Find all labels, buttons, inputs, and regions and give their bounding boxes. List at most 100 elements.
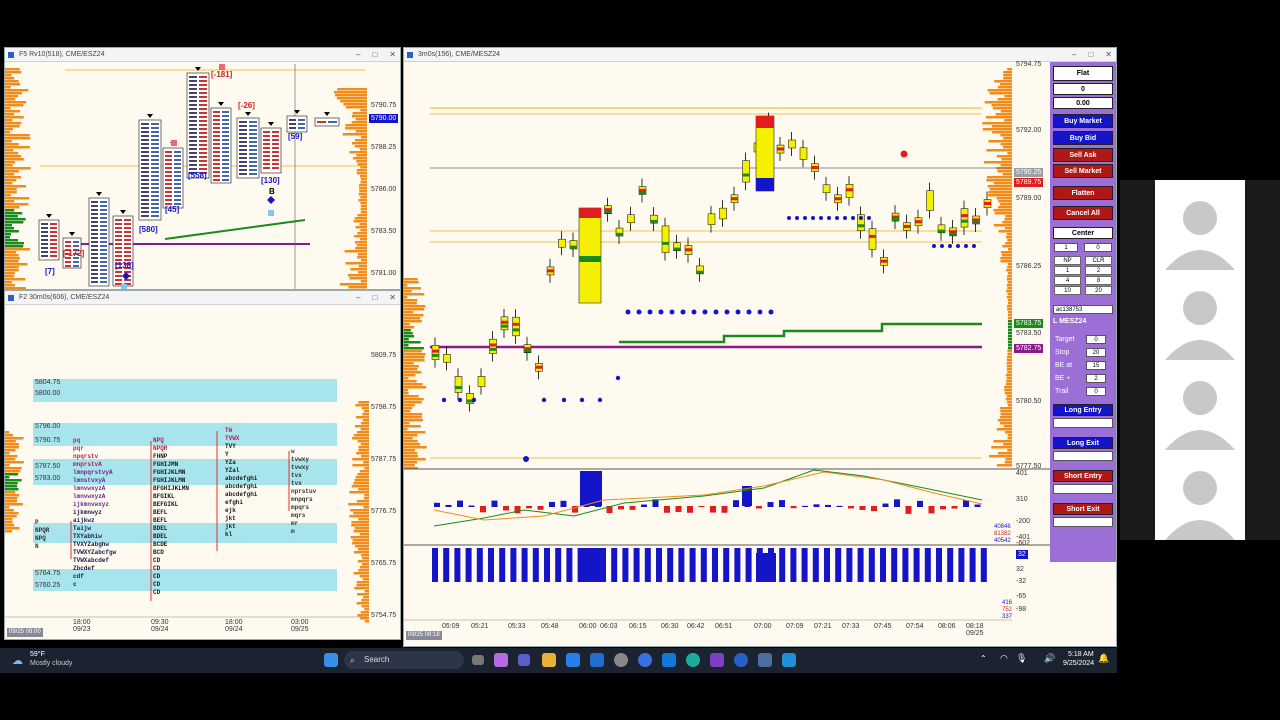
volume-icon[interactable]: 🔊 bbox=[1044, 653, 1055, 664]
short-entry-select[interactable] bbox=[1053, 484, 1113, 494]
tpo-row: TVWXYZabcfgw bbox=[73, 549, 117, 556]
volume-bar bbox=[824, 548, 830, 582]
volume-bar bbox=[488, 548, 494, 582]
buy-market-button[interactable]: Buy Market bbox=[1053, 114, 1113, 128]
footprint-cell bbox=[199, 96, 207, 98]
buy-bid-button[interactable]: Buy Bid bbox=[1053, 131, 1113, 145]
snip-tool-icon[interactable] bbox=[782, 653, 796, 667]
qty-input[interactable]: 1 bbox=[1054, 243, 1078, 252]
field-input[interactable]: 0 bbox=[1086, 387, 1106, 396]
short-entry-button[interactable]: Short Entry bbox=[1053, 470, 1113, 482]
footprint-cell bbox=[213, 159, 220, 161]
field-label: BE at bbox=[1055, 362, 1073, 369]
f2-chart-canvas[interactable] bbox=[5, 291, 401, 640]
profile-bar bbox=[350, 268, 367, 271]
profile-bar bbox=[5, 125, 20, 128]
qty-preset-button[interactable]: 20 bbox=[1085, 286, 1112, 295]
footprint-cell bbox=[249, 161, 257, 163]
weather-desc[interactable]: Mostly cloudy bbox=[30, 660, 72, 667]
footprint-cell bbox=[41, 227, 48, 229]
weather-icon[interactable]: ☁ bbox=[12, 654, 23, 667]
profile-bar bbox=[360, 611, 369, 614]
candle-delta bbox=[777, 147, 784, 151]
store-icon[interactable] bbox=[566, 653, 580, 667]
volume-bar bbox=[644, 548, 651, 582]
tray-chevron-icon[interactable]: ⌃ bbox=[980, 654, 987, 663]
long-exit-select[interactable] bbox=[1053, 451, 1113, 461]
tpo-row: BCDE bbox=[153, 541, 168, 548]
qty-right-input[interactable]: 0 bbox=[1084, 243, 1112, 252]
qty-preset-button[interactable]: 10 bbox=[1054, 286, 1081, 295]
main-chart-window[interactable]: 3m0s(156), CME/MESZ24 – □ ✕ 09/25 08:18 57… bbox=[403, 47, 1117, 647]
clock-date[interactable]: 9/25/2024 bbox=[1063, 660, 1094, 667]
taskbar-search[interactable]: ⌕ Search bbox=[344, 651, 464, 669]
long-exit-button[interactable]: Long Exit bbox=[1053, 437, 1113, 449]
qty-preset-button[interactable]: CLR bbox=[1085, 256, 1112, 265]
center-button[interactable]: Center bbox=[1053, 227, 1113, 239]
indicator-value: 40846 bbox=[994, 524, 1011, 530]
notification-bell-icon[interactable]: 🔔 bbox=[1098, 653, 1109, 664]
profile-bar bbox=[404, 461, 418, 464]
qty-preset-button[interactable]: 8 bbox=[1085, 276, 1112, 285]
profile-bar bbox=[1003, 71, 1012, 74]
field-label: Target bbox=[1055, 336, 1075, 343]
teams-icon[interactable] bbox=[518, 654, 530, 666]
f2-tpo-window[interactable]: F2 30m0s(606), CME/ESZ24 –□✕ F2 09/25 08… bbox=[4, 290, 401, 640]
profile-bar bbox=[1004, 389, 1012, 392]
flatten-button[interactable]: Flatten bbox=[1053, 186, 1113, 200]
footprint-cell bbox=[213, 131, 220, 133]
delta-bar bbox=[434, 502, 440, 507]
field-input[interactable]: 15 bbox=[1086, 361, 1106, 370]
mail-icon[interactable] bbox=[590, 653, 604, 667]
trading-app-icon[interactable] bbox=[734, 653, 748, 667]
profile-bar bbox=[982, 128, 1012, 131]
long-entry-button[interactable]: Long Entry bbox=[1053, 404, 1113, 416]
account-select[interactable]: ac138753 bbox=[1053, 305, 1113, 314]
profile-bar bbox=[356, 169, 367, 172]
footprint-cell bbox=[174, 195, 181, 197]
footprint-cell bbox=[115, 243, 122, 245]
clock-time[interactable]: 5:18 AM bbox=[1068, 651, 1094, 658]
qty-preset-button[interactable]: NP bbox=[1054, 256, 1081, 265]
profile-bar bbox=[404, 359, 425, 362]
cancel-all-button[interactable]: Cancel All bbox=[1053, 206, 1113, 220]
copilot-icon[interactable] bbox=[494, 653, 508, 667]
short-exit-select[interactable] bbox=[1053, 517, 1113, 527]
sell-ask-button[interactable]: Sell Ask bbox=[1053, 148, 1113, 162]
sell-market-button[interactable]: Sell Market bbox=[1053, 164, 1113, 178]
footprint-cell bbox=[174, 171, 181, 173]
visual-studio-icon[interactable] bbox=[710, 653, 724, 667]
f5-chart-window[interactable]: F5 Rv10(518), CME/ESZ24 –□✕ F5 5790.00 [… bbox=[4, 47, 401, 290]
qty-preset-button[interactable]: 2 bbox=[1085, 266, 1112, 275]
footprint-cell bbox=[213, 111, 220, 113]
trading-window-icon[interactable] bbox=[758, 653, 772, 667]
footprint-cell bbox=[189, 112, 197, 114]
tpo-row: TVY bbox=[225, 443, 236, 450]
outlook-icon[interactable] bbox=[662, 653, 676, 667]
footprint-cell bbox=[213, 139, 220, 141]
long-entry-select[interactable] bbox=[1053, 418, 1113, 428]
main-chart-canvas[interactable] bbox=[404, 48, 1117, 647]
qty-preset-button[interactable]: 4 bbox=[1054, 276, 1081, 285]
weather-temp[interactable]: 59°F bbox=[30, 651, 45, 658]
field-input[interactable]: 20 bbox=[1086, 348, 1106, 357]
file-explorer-icon[interactable] bbox=[542, 653, 556, 667]
short-exit-button[interactable]: Short Exit bbox=[1053, 503, 1113, 515]
field-input[interactable]: 2 bbox=[1086, 374, 1106, 383]
wifi-icon[interactable]: ◠ bbox=[1000, 653, 1008, 664]
profile-bar bbox=[1004, 386, 1012, 389]
field-input[interactable]: 0 bbox=[1086, 335, 1106, 344]
microphone-icon[interactable]: 🎙 bbox=[1016, 653, 1027, 664]
candle-delta bbox=[455, 386, 462, 390]
candle-body bbox=[512, 316, 520, 337]
footprint-cell bbox=[141, 203, 149, 205]
task-view-icon[interactable] bbox=[472, 655, 484, 665]
footprint-cell bbox=[199, 108, 207, 110]
settings-icon[interactable] bbox=[614, 653, 628, 667]
qty-preset-button[interactable]: 1 bbox=[1054, 266, 1081, 275]
footprint-cell bbox=[249, 129, 257, 131]
edge-icon[interactable] bbox=[686, 653, 700, 667]
tpo-row: N bbox=[35, 543, 39, 550]
start-icon[interactable] bbox=[324, 653, 338, 667]
media-icon[interactable] bbox=[638, 653, 652, 667]
